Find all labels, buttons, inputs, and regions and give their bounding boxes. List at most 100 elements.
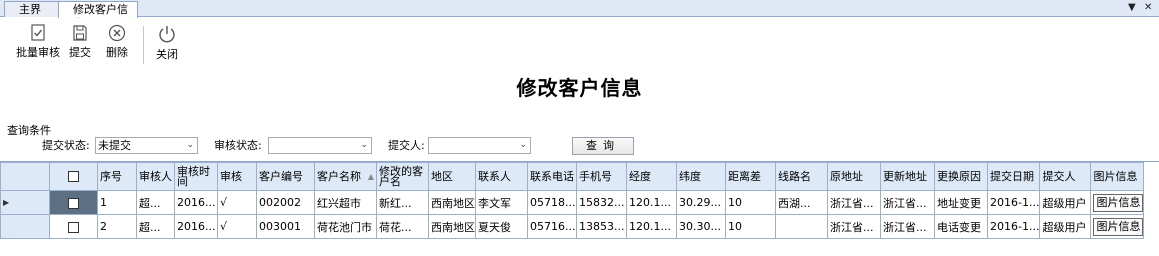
image-info-button[interactable]: 图片信息 xyxy=(1093,193,1143,212)
cell-contact[interactable]: 夏天俊 xyxy=(475,214,528,239)
table-row[interactable]: ▶ 1 超... 2016... √ 002002 红兴超市 新红... 西南地… xyxy=(0,190,1145,215)
row-checkbox[interactable] xyxy=(68,221,79,233)
column-header[interactable]: 纬度 xyxy=(676,162,726,191)
column-header[interactable]: 联系电话 xyxy=(527,162,577,191)
cell-new-addr[interactable]: 浙江省... xyxy=(880,214,935,239)
batch-review-label: 批量审核 xyxy=(16,46,60,59)
column-header[interactable]: 提交日期 xyxy=(986,162,1041,191)
column-header-label: 客户名称 xyxy=(317,169,361,183)
cell-customer-name[interactable]: 荷花池门市 xyxy=(314,214,377,239)
close-button[interactable]: 关闭 xyxy=(154,24,180,62)
column-header[interactable]: 审核时间 xyxy=(174,162,218,191)
cell-old-addr[interactable]: 浙江省... xyxy=(827,214,881,239)
submit-label: 提交 xyxy=(69,46,91,59)
delete-button[interactable]: 删除 xyxy=(104,24,130,60)
column-header[interactable]: 修改的客户名 xyxy=(376,162,429,191)
cell-mobile[interactable]: 15832... xyxy=(576,190,627,215)
cell-customer-name[interactable]: 红兴超市 xyxy=(314,190,377,215)
column-header[interactable]: 客户编号 xyxy=(256,162,315,191)
cell-lat[interactable]: 30.29... xyxy=(676,190,726,215)
select-all-checkbox[interactable] xyxy=(68,171,79,182)
cell-region[interactable]: 西南地区 xyxy=(428,190,476,215)
submit-status-label: 提交状态: xyxy=(42,139,90,152)
cell-lat[interactable]: 30.30... xyxy=(676,214,726,239)
power-icon xyxy=(159,26,175,43)
cell-mobile[interactable]: 13853... xyxy=(576,214,627,239)
cell-distance[interactable]: 10 xyxy=(725,214,776,239)
tab-close-icon[interactable]: ✕ xyxy=(1144,2,1152,14)
cell-review-time[interactable]: 2016... xyxy=(174,214,218,239)
cell-distance[interactable]: 10 xyxy=(725,190,776,215)
column-header[interactable]: 图片信息 xyxy=(1090,162,1145,191)
cell-lng[interactable]: 120.1... xyxy=(626,214,677,239)
tab-edit-customer[interactable]: 修改客户信息 xyxy=(58,1,138,30)
row-indicator xyxy=(0,214,50,239)
column-header[interactable]: 原地址 xyxy=(827,162,881,191)
column-header[interactable]: 线路名 xyxy=(775,162,828,191)
submitter-select[interactable]: ⌄ xyxy=(428,137,531,154)
submit-button[interactable]: 提交 xyxy=(67,24,93,60)
column-header[interactable]: 经度 xyxy=(626,162,677,191)
cell-reviewer[interactable]: 超... xyxy=(136,190,175,215)
cell-reason[interactable]: 电话变更 xyxy=(934,214,988,239)
cell-lng[interactable]: 120.1... xyxy=(626,190,677,215)
cell-route[interactable]: 西湖... xyxy=(775,190,828,215)
customer-table: 序号 审核人 审核时间 审核 客户编号 客户名称 ▲ 修改的客户名 地区 联系人 … xyxy=(0,162,1145,239)
delete-icon xyxy=(108,24,126,42)
column-header[interactable]: 更新地址 xyxy=(880,162,935,191)
batch-review-button[interactable]: 批量审核 xyxy=(16,24,60,60)
cell-reviewed[interactable]: √ xyxy=(217,190,257,215)
cell-new-name[interactable]: 新红... xyxy=(376,190,429,215)
current-row-indicator-icon: ▶ xyxy=(0,190,50,215)
column-header[interactable]: 手机号 xyxy=(576,162,627,191)
save-icon xyxy=(73,25,87,41)
cell-reviewer[interactable]: 超... xyxy=(136,214,175,239)
submit-status-select[interactable]: 未提交 ⌄ xyxy=(95,137,198,154)
submit-status-value: 未提交 xyxy=(98,139,131,152)
cell-submit-date[interactable]: 2016-1... xyxy=(986,190,1041,215)
row-indicator-header xyxy=(0,162,50,191)
cell-reviewed[interactable]: √ xyxy=(217,214,257,239)
column-header-customer-name[interactable]: 客户名称 ▲ xyxy=(314,162,377,191)
cell-submit-date[interactable]: 2016-1... xyxy=(986,214,1041,239)
cell-route[interactable] xyxy=(775,214,828,239)
cell-contact[interactable]: 李文军 xyxy=(475,190,528,215)
cell-customer-no[interactable]: 003001 xyxy=(256,214,315,239)
cell-submitter[interactable]: 超级用户 xyxy=(1039,214,1092,239)
cell-new-name[interactable]: 荷花... xyxy=(376,214,429,239)
tab-dropdown-icon[interactable]: ▼ xyxy=(1128,2,1136,14)
cell-region[interactable]: 西南地区 xyxy=(428,214,476,239)
cell-customer-no[interactable]: 002002 xyxy=(256,190,315,215)
row-select-cell[interactable] xyxy=(49,214,98,239)
column-header[interactable]: 审核人 xyxy=(136,162,175,191)
column-header[interactable]: 序号 xyxy=(97,162,137,191)
table-row[interactable]: 2 超... 2016... √ 003001 荷花池门市 荷花... 西南地区… xyxy=(0,214,1145,239)
cell-reason[interactable]: 地址变更 xyxy=(934,190,988,215)
toolbar: 批量审核 提交 删除 关闭 xyxy=(0,18,1159,68)
column-header[interactable]: 地区 xyxy=(428,162,476,191)
cell-new-addr[interactable]: 浙江省... xyxy=(880,190,935,215)
review-status-select[interactable]: ⌄ xyxy=(268,137,372,154)
review-status-label: 审核状态: xyxy=(214,139,262,152)
cell-old-addr[interactable]: 浙江省... xyxy=(827,190,881,215)
cell-review-time[interactable]: 2016... xyxy=(174,190,218,215)
cell-seq[interactable]: 1 xyxy=(97,190,137,215)
cell-submitter[interactable]: 超级用户 xyxy=(1039,190,1092,215)
tab-main[interactable]: 主界面 xyxy=(4,1,60,30)
query-button[interactable]: 查询 xyxy=(572,137,634,155)
cell-phone[interactable]: 05716... xyxy=(527,214,577,239)
row-checkbox[interactable] xyxy=(68,197,79,209)
column-header[interactable]: 提交人 xyxy=(1039,162,1092,191)
cell-phone[interactable]: 05718... xyxy=(527,190,577,215)
column-header[interactable]: 距离差 xyxy=(725,162,776,191)
cell-seq[interactable]: 2 xyxy=(97,214,137,239)
chevron-down-icon: ⌄ xyxy=(360,140,368,150)
row-select-cell[interactable] xyxy=(49,190,98,215)
column-header[interactable]: 更换原因 xyxy=(934,162,988,191)
column-header[interactable]: 审核 xyxy=(217,162,257,191)
submitter-label: 提交人: xyxy=(388,139,425,152)
column-header[interactable]: 联系人 xyxy=(475,162,528,191)
image-info-button[interactable]: 图片信息 xyxy=(1093,217,1143,236)
select-all-header[interactable] xyxy=(49,162,98,191)
delete-label: 删除 xyxy=(106,46,128,59)
